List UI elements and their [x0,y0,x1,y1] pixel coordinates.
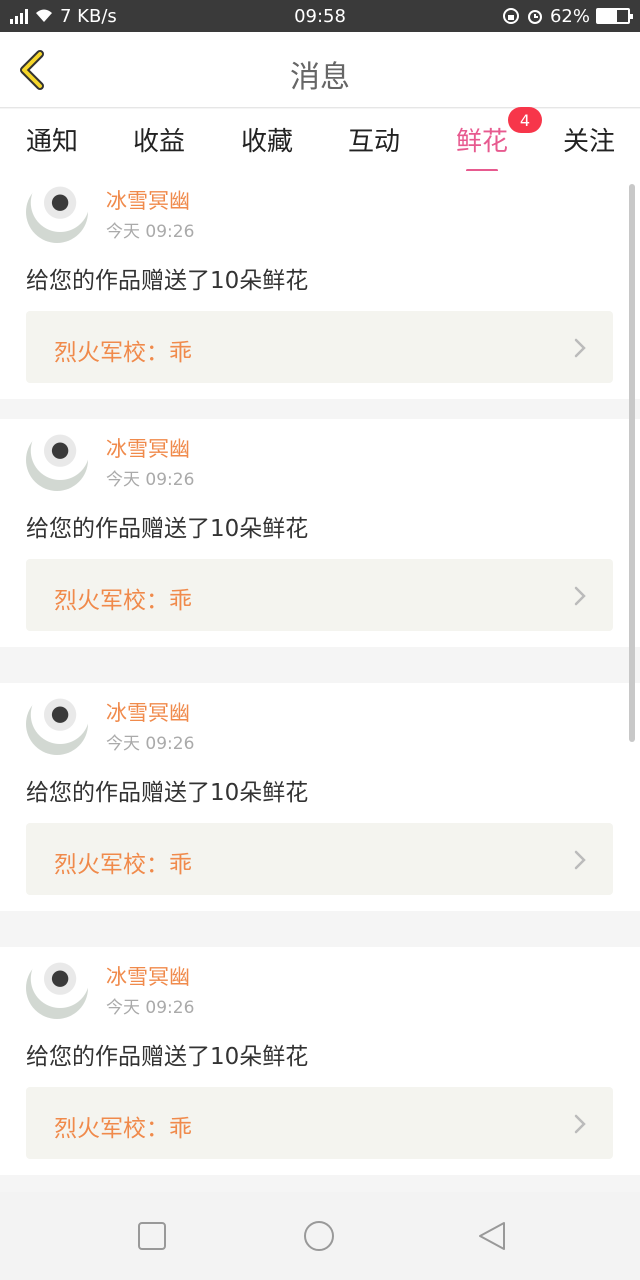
timestamp: 今天 09:26 [106,222,195,242]
alarm-icon [527,10,542,24]
work-link[interactable]: 烈火军校：乖 [26,823,613,895]
timestamp: 今天 09:26 [106,470,195,490]
battery-icon [596,8,633,24]
tab-label: 通知 [26,127,79,157]
username[interactable]: 冰雪冥幽 [106,697,190,727]
tab-label: 关注 [563,127,616,157]
battery-percent: 62% [549,5,590,27]
username[interactable]: 冰雪冥幽 [106,433,190,463]
home-icon[interactable] [303,1220,335,1252]
rotation-lock-icon [502,8,519,24]
scrollbar[interactable] [629,184,635,742]
message-text: 给您的作品赠送了10朵鲜花 [26,268,309,294]
tab-earnings[interactable]: 收益 [133,121,185,158]
timestamp: 今天 09:26 [106,734,195,754]
tab-follow[interactable]: 关注 [563,121,615,158]
tab-label: 互动 [348,127,401,157]
message-text: 给您的作品赠送了10朵鲜花 [26,516,309,542]
work-link[interactable]: 烈火军校：乖 [26,1087,613,1159]
work-title: 烈火军校：乖 [54,1116,192,1142]
system-nav-bar [0,1192,640,1280]
message-card: 冰雪冥幽 今天 09:26 给您的作品赠送了10朵鲜花 烈火军校：乖 [0,683,640,911]
message-card: 冰雪冥幽 今天 09:26 给您的作品赠送了10朵鲜花 烈火军校：乖 [0,947,640,1175]
avatar[interactable] [26,693,88,755]
username[interactable]: 冰雪冥幽 [106,185,190,215]
work-title: 烈火军校：乖 [54,340,192,366]
unread-badge: 4 [508,107,543,133]
username[interactable]: 冰雪冥幽 [106,961,190,991]
avatar[interactable] [26,429,88,491]
work-link[interactable]: 烈火军校：乖 [26,559,613,631]
chevron-right-icon [574,338,586,358]
timestamp: 今天 09:26 [106,998,195,1018]
work-link[interactable]: 烈火军校：乖 [26,311,613,383]
status-bar: 7 KB/s 09:58 62% [0,0,640,32]
chevron-right-icon [574,586,586,606]
tab-favorites[interactable]: 收藏 [241,121,293,158]
message-card: 冰雪冥幽 今天 09:26 给您的作品赠送了10朵鲜花 烈火军校：乖 [0,419,640,647]
message-text: 给您的作品赠送了10朵鲜花 [26,780,309,806]
back-icon[interactable] [476,1220,508,1252]
work-title: 烈火军校：乖 [54,588,192,614]
wifi-icon [36,9,52,22]
avatar[interactable] [26,957,88,1019]
network-speed: 7 KB/s [60,5,117,27]
avatar[interactable] [26,181,88,243]
recent-apps-icon[interactable] [136,1220,168,1252]
message-card: 冰雪冥幽 今天 09:26 给您的作品赠送了10朵鲜花 烈火军校：乖 [0,171,640,399]
signal-icon [10,8,28,24]
message-text: 给您的作品赠送了10朵鲜花 [26,1044,309,1070]
chevron-right-icon [574,850,586,870]
tab-label: 鲜花 [456,127,509,157]
tab-label: 收益 [133,127,186,157]
tab-label: 收藏 [241,127,294,157]
tab-bar: 通知 收益 收藏 互动 鲜花 4 关注 [0,107,640,172]
page-title: 消息 [290,60,350,95]
tab-flowers[interactable]: 鲜花 4 [456,107,543,172]
header: 消息 [0,32,640,108]
chevron-right-icon [574,1114,586,1134]
tab-interactions[interactable]: 互动 [348,121,400,158]
work-title: 烈火军校：乖 [54,852,192,878]
tab-notifications[interactable]: 通知 [26,121,78,158]
